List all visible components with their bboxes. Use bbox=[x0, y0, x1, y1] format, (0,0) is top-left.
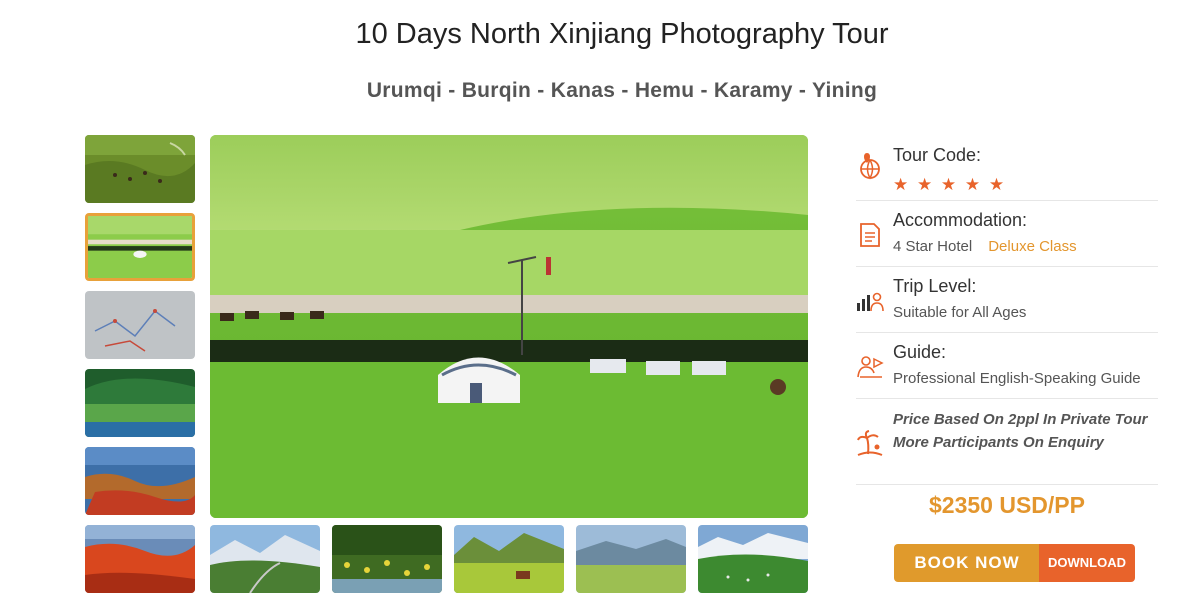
gallery-thumb-grassland-peaks[interactable] bbox=[576, 525, 686, 593]
tour-code-label: Tour Code: bbox=[893, 145, 982, 165]
guide-person-icon bbox=[856, 353, 884, 381]
price-note-line1: Price Based On 2ppl In Private Tour bbox=[893, 411, 1148, 428]
gallery-thumb-snowy-ridge[interactable] bbox=[698, 525, 808, 593]
hotel-rating: 4 Star Hotel bbox=[893, 238, 973, 255]
star-rating: ★ ★ ★ ★ ★ bbox=[893, 175, 1007, 194]
trip-level-section: Trip Level: Suitable for All Ages bbox=[856, 267, 1158, 333]
gallery-thumb-yurt-grassland[interactable] bbox=[85, 213, 195, 281]
price-note-line2: More Participants On Enquiry bbox=[893, 434, 1104, 451]
gallery-thumb-forest-lake[interactable] bbox=[85, 369, 195, 437]
globe-pin-icon bbox=[856, 153, 884, 181]
tour-price: $2350 USD/PP bbox=[929, 492, 1085, 518]
trip-level-value: Suitable for All Ages bbox=[893, 304, 1027, 321]
route-subtitle: Urumqi - Burqin - Kanas - Hemu - Karamy … bbox=[366, 79, 878, 102]
tour-code-section: Tour Code: ★ ★ ★ ★ ★ bbox=[856, 138, 1158, 201]
guide-section: Guide: Professional English-Speaking Gui… bbox=[856, 333, 1158, 399]
accommodation-value: 4 Star Hotel Deluxe Class bbox=[893, 238, 1077, 255]
gallery-thumb-red-flowers[interactable] bbox=[85, 525, 195, 593]
download-button[interactable]: DOWNLOAD bbox=[1039, 544, 1135, 582]
bar-people-icon bbox=[856, 287, 884, 315]
gallery-thumb-horse-pasture[interactable] bbox=[454, 525, 564, 593]
accommodation-label: Accommodation: bbox=[893, 210, 1028, 230]
accommodation-section: Accommodation: 4 Star Hotel Deluxe Class bbox=[856, 201, 1158, 267]
book-now-button[interactable]: BOOK NOW bbox=[894, 544, 1040, 582]
main-tour-image[interactable] bbox=[210, 135, 808, 518]
trip-level-label: Trip Level: bbox=[893, 276, 977, 296]
guide-value: Professional English-Speaking Guide bbox=[893, 370, 1141, 387]
guide-label: Guide: bbox=[893, 342, 947, 362]
gallery-thumb-route-map[interactable] bbox=[85, 291, 195, 359]
gallery-thumb-rocky-coast[interactable] bbox=[85, 447, 195, 515]
palm-beach-icon bbox=[856, 430, 884, 458]
price-note: Price Based On 2ppl In Private Tour More… bbox=[893, 408, 1153, 454]
deluxe-class-link[interactable]: Deluxe Class bbox=[988, 238, 1076, 255]
document-icon bbox=[856, 221, 884, 249]
gallery-thumb-flower-valley[interactable] bbox=[332, 525, 442, 593]
page-title: 10 Days North Xinjiang Photography Tour bbox=[355, 18, 889, 50]
gallery-thumb-meadow-herd[interactable] bbox=[85, 135, 195, 203]
gallery-thumb-mountain-road[interactable] bbox=[210, 525, 320, 593]
